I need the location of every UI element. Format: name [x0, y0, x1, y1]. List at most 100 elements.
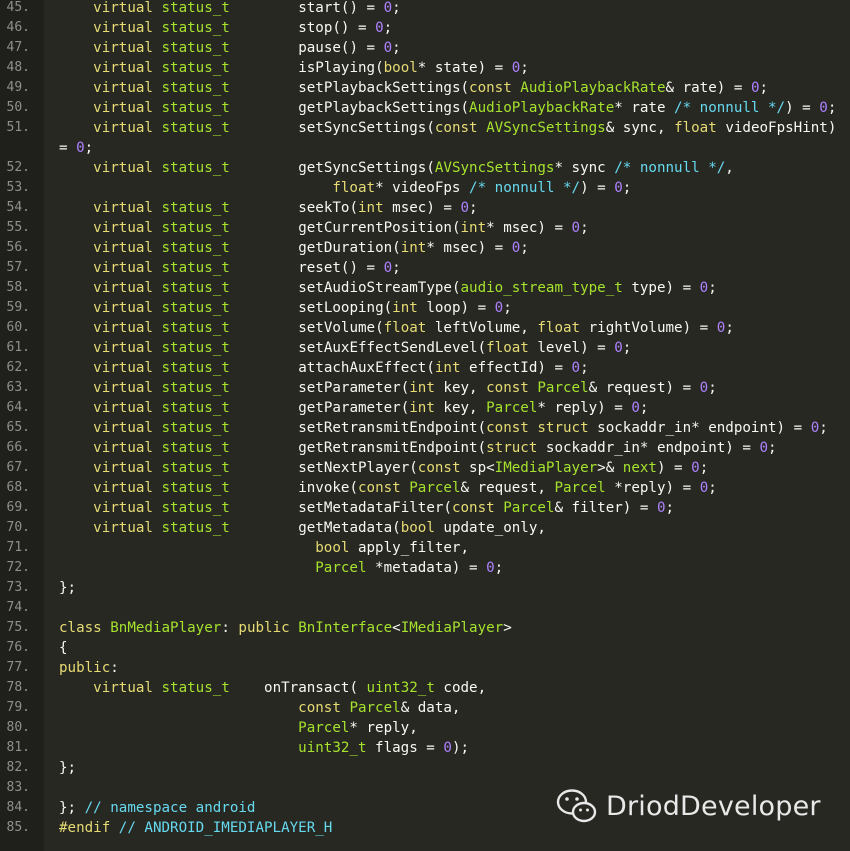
code-token: ) =: [580, 180, 615, 196]
code-line[interactable]: 59. virtual status_t setLooping(int loop…: [0, 298, 850, 318]
code-token: virtual: [93, 20, 153, 36]
code-token: status_t: [161, 220, 230, 236]
code-token: setLooping(: [229, 300, 393, 316]
code-line[interactable]: 58. virtual status_t setAudioStreamType(…: [0, 278, 850, 298]
code-token: 0: [494, 300, 504, 316]
code-token: struct: [486, 440, 538, 456]
code-line[interactable]: 57. virtual status_t reset() = 0;: [0, 258, 850, 278]
code-line[interactable]: 60. virtual status_t setVolume(float lef…: [0, 318, 850, 338]
code-line[interactable]: 49. virtual status_t setPlaybackSettings…: [0, 78, 850, 98]
code-line[interactable]: 52. virtual status_t getSyncSettings(AVS…: [0, 158, 850, 178]
code-line[interactable]: 62. virtual status_t attachAuxEffect(int…: [0, 358, 850, 378]
line-source: };: [59, 758, 76, 778]
code-token: const: [451, 500, 495, 516]
code-line[interactable]: 51. virtual status_t setSyncSettings(con…: [0, 118, 850, 138]
code-token: 0: [383, 0, 393, 16]
code-area[interactable]: 45. virtual status_t start() = 0; 46. vir…: [0, 0, 850, 851]
code-line[interactable]: 54. virtual status_t seekTo(int msec) = …: [0, 198, 850, 218]
code-token: apply_filter,: [349, 540, 470, 556]
code-token: getDuration(: [229, 240, 401, 256]
line-source: virtual status_t setParameter(int key, c…: [59, 378, 717, 398]
code-token: float: [486, 340, 529, 356]
code-token: Parcel: [298, 720, 350, 736]
code-line[interactable]: 66. virtual status_t getRetransmitEndpoi…: [0, 438, 850, 458]
code-line[interactable]: 65. virtual status_t setRetransmitEndpoi…: [0, 418, 850, 438]
code-token: ;: [759, 80, 769, 96]
code-line[interactable]: 61. virtual status_t setAuxEffectSendLev…: [0, 338, 850, 358]
code-token: 0: [76, 140, 85, 156]
code-line[interactable]: 68. virtual status_t invoke(const Parcel…: [0, 478, 850, 498]
code-line[interactable]: 78. virtual status_t onTransact( uint32_…: [0, 678, 850, 698]
code-line[interactable]: 70. virtual status_t getMetadata(bool up…: [0, 518, 850, 538]
code-line[interactable]: 63. virtual status_t setParameter(int ke…: [0, 378, 850, 398]
code-line[interactable]: 72. Parcel *metadata) = 0;: [0, 558, 850, 578]
code-token: getCurrentPosition(: [229, 220, 461, 236]
code-token: & sync,: [605, 120, 675, 136]
code-token: ;: [622, 180, 632, 196]
line-number: 54.: [6, 200, 30, 215]
code-token: const: [469, 80, 512, 96]
code-line[interactable]: 77. public:: [0, 658, 850, 678]
code-token: int: [409, 380, 435, 396]
code-line[interactable]: 71. bool apply_filter,: [0, 538, 850, 558]
code-token: );: [451, 740, 470, 756]
code-line[interactable]: 48. virtual status_t isPlaying(bool* sta…: [0, 58, 850, 78]
line-source: virtual status_t getParameter(int key, P…: [59, 398, 648, 418]
code-token: start() =: [229, 0, 384, 16]
code-token: setNextPlayer(: [229, 460, 418, 476]
code-line[interactable]: 82.};: [0, 758, 850, 778]
code-line[interactable]: 56. virtual status_t getDuration(int* ms…: [0, 238, 850, 258]
code-editor[interactable]: 45. virtual status_t start() = 0; 46. vir…: [0, 0, 850, 851]
code-token: IMediaPlayer: [400, 620, 504, 636]
line-source: uint32_t flags = 0);: [59, 738, 469, 758]
code-token: & request) =: [588, 380, 700, 396]
line-source: virtual status_t invoke(const Parcel& re…: [59, 478, 717, 498]
code-line[interactable]: 55. virtual status_t getCurrentPosition(…: [0, 218, 850, 238]
code-token: 0: [460, 200, 470, 216]
line-number: 66.: [6, 440, 30, 455]
code-line[interactable]: 69. virtual status_t setMetadataFilter(c…: [0, 498, 850, 518]
code-line[interactable]: 64. virtual status_t getParameter(int ke…: [0, 398, 850, 418]
code-line[interactable]: 50. virtual status_t getPlaybackSettings…: [0, 98, 850, 118]
code-line[interactable]: 80. Parcel* reply,: [0, 718, 850, 738]
line-number: 73.: [6, 580, 30, 595]
line-number: 64.: [6, 400, 30, 415]
code-token: getParameter(: [229, 400, 410, 416]
code-token: status_t: [161, 280, 230, 296]
code-line[interactable]: 47. virtual status_t pause() = 0;: [0, 38, 850, 58]
code-line[interactable]: 79. const Parcel& data,: [0, 698, 850, 718]
code-token: status_t: [161, 380, 230, 396]
code-token: setAudioStreamType(: [229, 280, 461, 296]
code-token: 0: [810, 420, 820, 436]
code-line[interactable]: 75. class BnMediaPlayer: public BnInterfa…: [0, 618, 850, 638]
code-line[interactable]: 46. virtual status_t stop() = 0;: [0, 18, 850, 38]
code-line[interactable]: = 0;: [0, 138, 850, 158]
code-line[interactable]: 67. virtual status_t setNextPlayer(const…: [0, 458, 850, 478]
code-token: ;: [819, 420, 828, 436]
code-line[interactable]: 74.: [0, 598, 850, 618]
line-source: virtual status_t getCurrentPosition(int*…: [59, 218, 588, 238]
code-token: update_only,: [434, 520, 546, 536]
line-number: 81.: [6, 740, 30, 755]
code-line[interactable]: 53. float* videoFps /* nonnull */) = 0;: [0, 178, 850, 198]
line-number: 82.: [6, 760, 30, 775]
line-number: 74.: [6, 600, 30, 615]
code-token: Parcel: [409, 480, 461, 496]
code-line[interactable]: 76. {: [0, 638, 850, 658]
code-token: setMetadataFilter(: [229, 500, 452, 516]
code-token: status_t: [161, 100, 230, 116]
code-line[interactable]: 73.};: [0, 578, 850, 598]
code-line[interactable]: 81. uint32_t flags = 0);: [0, 738, 850, 758]
code-token: virtual: [93, 320, 153, 336]
code-line[interactable]: 45. virtual status_t start() = 0;: [0, 0, 850, 18]
